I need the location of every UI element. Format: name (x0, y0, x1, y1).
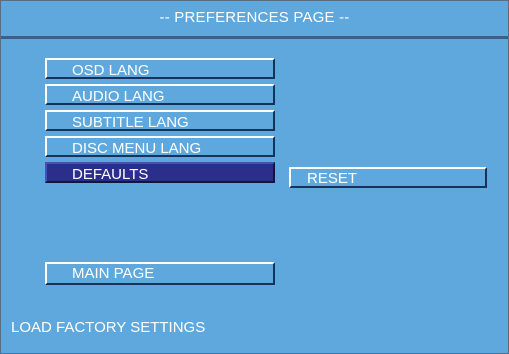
menu-item-subtitle-lang[interactable]: SUBTITLE LANG (45, 110, 275, 131)
header-divider (1, 36, 508, 39)
menu-item-defaults[interactable]: DEFAULTS (45, 162, 275, 183)
dvd-preferences-screen: -- PREFERENCES PAGE -- OSD LANG AUDIO LA… (0, 0, 509, 354)
menu-item-audio-lang[interactable]: AUDIO LANG (45, 84, 275, 105)
menu-item-disc-menu-lang[interactable]: DISC MENU LANG (45, 136, 275, 157)
status-message: LOAD FACTORY SETTINGS (11, 319, 206, 336)
preferences-menu: OSD LANG AUDIO LANG SUBTITLE LANG DISC M… (45, 58, 275, 188)
page-title: -- PREFERENCES PAGE -- (159, 9, 350, 26)
defaults-submenu: RESET (289, 167, 487, 188)
main-page-button[interactable]: MAIN PAGE (45, 262, 275, 285)
reset-button[interactable]: RESET (289, 167, 487, 188)
menu-item-osd-lang[interactable]: OSD LANG (45, 58, 275, 79)
